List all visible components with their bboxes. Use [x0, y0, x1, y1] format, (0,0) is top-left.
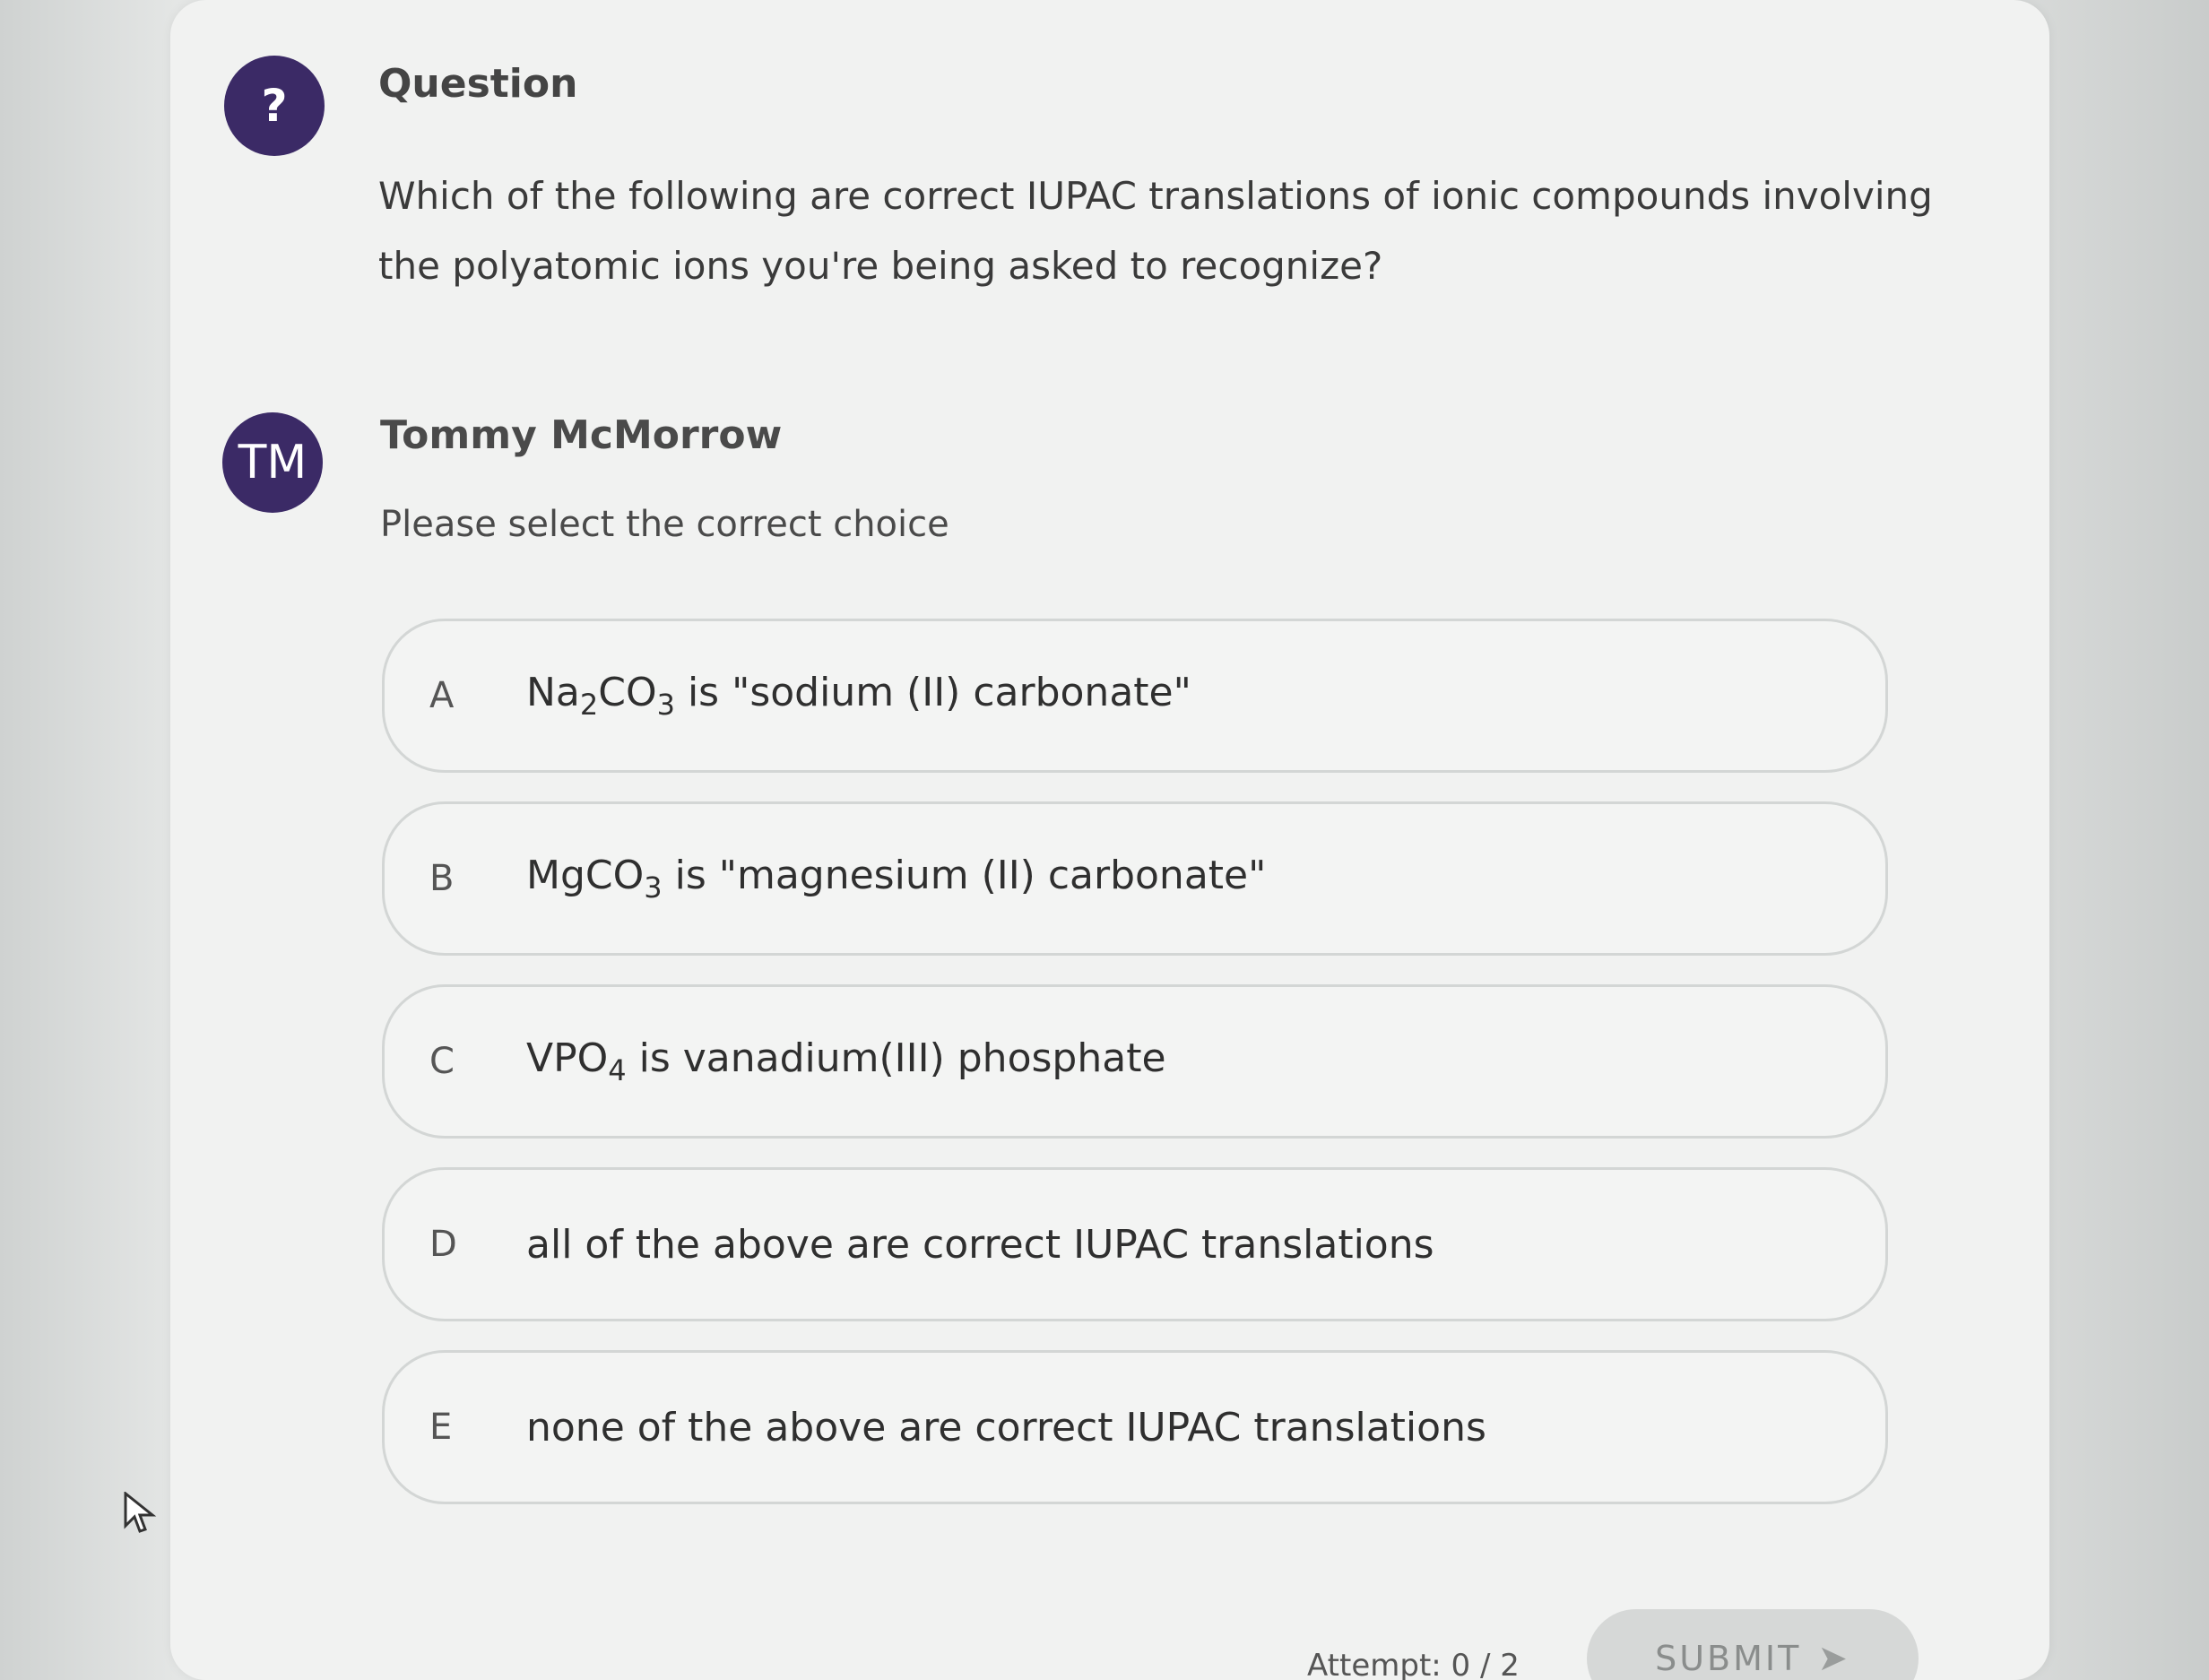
choice-letter: D	[429, 1224, 457, 1265]
author-initials: TM	[238, 436, 308, 489]
mouse-pointer-icon	[124, 1492, 157, 1533]
choice-letter: A	[429, 675, 455, 716]
choice-b[interactable]: B MgCO3 is "magnesium (II) carbonate"	[382, 801, 1888, 956]
choice-text: none of the above are correct IUPAC tran…	[526, 1404, 1486, 1451]
choice-text: all of the above are correct IUPAC trans…	[526, 1221, 1434, 1268]
submit-label: SUBMIT	[1655, 1639, 1802, 1678]
choice-text: MgCO3 is "magnesium (II) carbonate"	[526, 853, 1267, 905]
choice-text: Na2CO3 is "sodium (II) carbonate"	[526, 670, 1191, 722]
question-card: ? Question Which of the following are co…	[170, 0, 2049, 1680]
choice-text: VPO4 is vanadium(III) phosphate	[526, 1035, 1166, 1087]
question-title: Question	[378, 61, 578, 107]
choice-a[interactable]: A Na2CO3 is "sodium (II) carbonate"	[382, 619, 1888, 773]
question-mark-icon: ?	[224, 56, 325, 156]
question-text: Which of the following are correct IUPAC…	[378, 174, 1933, 288]
instruction-text: Please select the correct choice	[380, 504, 949, 545]
choice-letter: E	[429, 1407, 453, 1448]
choice-d[interactable]: D all of the above are correct IUPAC tra…	[382, 1167, 1888, 1321]
author-name: Tommy McMorrow	[380, 412, 783, 458]
choice-letter: B	[429, 858, 455, 899]
screen: ? Question Which of the following are co…	[0, 0, 2209, 1680]
arrow-right-icon: ➤	[1817, 1638, 1850, 1679]
author-avatar: TM	[222, 412, 323, 513]
submit-button[interactable]: SUBMIT ➤	[1587, 1609, 1919, 1680]
choice-c[interactable]: C VPO4 is vanadium(III) phosphate	[382, 984, 1888, 1139]
choice-letter: C	[429, 1041, 455, 1082]
attempt-counter: Attempt: 0 / 2	[1307, 1648, 1520, 1680]
choice-e[interactable]: E none of the above are correct IUPAC tr…	[382, 1350, 1888, 1504]
question-icon-label: ?	[261, 80, 288, 132]
choice-list: A Na2CO3 is "sodium (II) carbonate" B Mg…	[382, 619, 1888, 1533]
